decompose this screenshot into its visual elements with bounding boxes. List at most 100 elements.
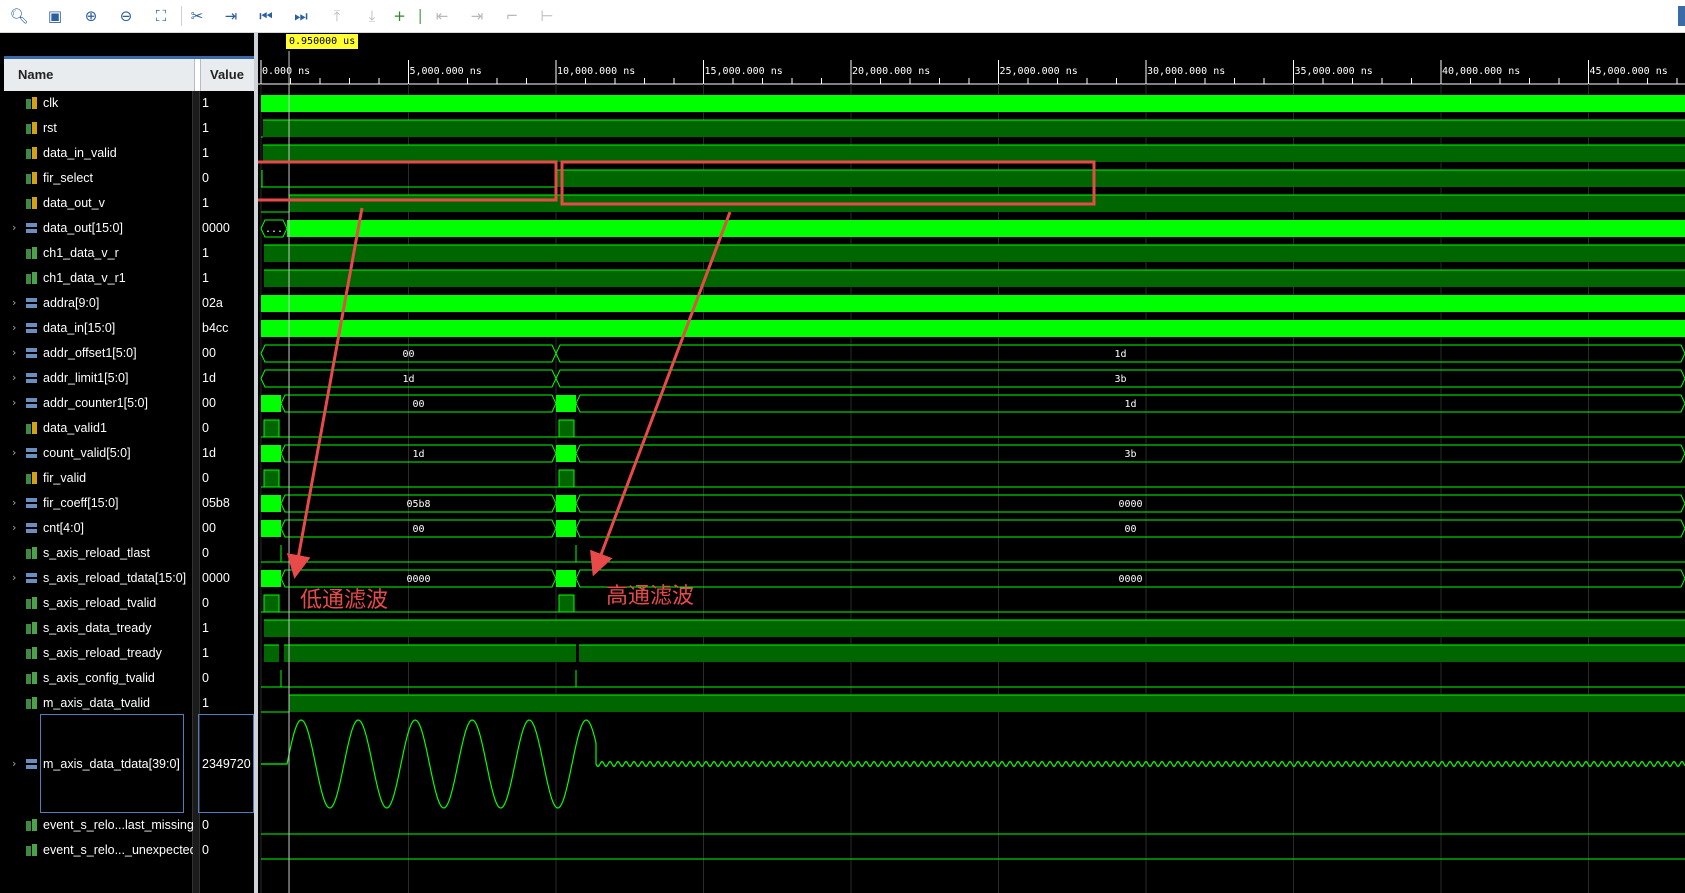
go-to-cursor-icon[interactable]: ⇥ xyxy=(220,5,242,27)
signal-name[interactable]: s_axis_reload_tvalid xyxy=(43,596,193,610)
signal-row[interactable]: › data_in[15:0] b4cc xyxy=(0,316,256,341)
signal-row[interactable]: s_axis_reload_tvalid 0 xyxy=(0,591,256,616)
signal-row[interactable]: › addr_offset1[5:0] 00 xyxy=(0,341,256,366)
signal-row[interactable]: s_axis_data_tready 1 xyxy=(0,616,256,641)
signal-name[interactable]: rst xyxy=(43,121,193,135)
expand-chevron-icon[interactable]: › xyxy=(12,446,22,459)
signal-value: 1 xyxy=(202,621,209,635)
next-transition-icon[interactable]: ⤓ xyxy=(361,5,383,27)
signal-name[interactable]: addr_limit1[5:0] xyxy=(43,371,193,385)
signal-row[interactable]: s_axis_reload_tready 1 xyxy=(0,641,256,666)
signal-name[interactable]: s_axis_reload_tready xyxy=(43,646,193,660)
signal-name[interactable]: clk xyxy=(43,96,193,110)
expand-chevron-icon[interactable]: › xyxy=(12,221,22,234)
m-axis-data-tvalid-fill xyxy=(289,695,1685,712)
signal-name[interactable]: fir_valid xyxy=(43,471,193,485)
signal-row[interactable]: › cnt[4:0] 00 xyxy=(0,516,256,541)
go-to-end-icon[interactable]: ⏭ xyxy=(290,5,312,27)
signal-value: 00 xyxy=(202,346,216,360)
signal-name[interactable]: m_axis_data_tvalid xyxy=(43,696,193,710)
signal-row[interactable]: data_in_valid 1 xyxy=(0,141,256,166)
signal-row[interactable]: ch1_data_v_r 1 xyxy=(0,241,256,266)
name-column-header[interactable]: Name xyxy=(18,67,53,82)
signal-name[interactable]: addr_offset1[5:0] xyxy=(43,346,193,360)
add-marker-icon[interactable]: +⎹ xyxy=(393,5,421,27)
signal-value: 00 xyxy=(202,521,216,535)
signal-name[interactable]: fir_coeff[15:0] xyxy=(43,496,193,510)
search-icon[interactable]: 🔍︎ xyxy=(8,5,30,27)
signal-row[interactable]: event_s_relo...last_missing 0 xyxy=(0,813,256,838)
waveform-view[interactable]: 0.000 ns 5,000.000 ns 10,000.000 ns 15,000.… xyxy=(258,33,1685,893)
waveform-canvas[interactable]: 0.000 ns 5,000.000 ns 10,000.000 ns 15,000.… xyxy=(258,33,1685,893)
expand-chevron-icon[interactable]: › xyxy=(12,521,22,534)
zoom-in-icon[interactable]: ⊕ xyxy=(80,5,102,27)
next-marker-icon[interactable]: ⇥ xyxy=(466,5,488,27)
signal-name[interactable]: data_out_v xyxy=(43,196,193,210)
signal-row[interactable]: rst 1 xyxy=(0,116,256,141)
signal-icon xyxy=(26,622,38,634)
signal-row[interactable]: fir_valid 0 xyxy=(0,466,256,491)
signal-row[interactable]: ch1_data_v_r1 1 xyxy=(0,266,256,291)
signal-row[interactable]: › count_valid[5:0] 1d xyxy=(0,441,256,466)
signal-row[interactable]: › addr_counter1[5:0] 00 xyxy=(0,391,256,416)
signal-row[interactable]: s_axis_config_tvalid 0 xyxy=(0,666,256,691)
signal-name[interactable]: s_axis_reload_tdata[15:0] xyxy=(43,571,193,585)
scroll-handle[interactable] xyxy=(1678,6,1685,26)
signal-name[interactable]: event_s_relo..._unexpected xyxy=(43,843,193,857)
expand-chevron-icon[interactable]: › xyxy=(12,757,22,770)
signal-name[interactable]: count_valid[5:0] xyxy=(43,446,193,460)
signal-name[interactable]: data_in_valid xyxy=(43,146,193,160)
clk-dense xyxy=(261,95,1685,112)
signal-icon xyxy=(26,247,38,259)
signal-name[interactable]: fir_select xyxy=(43,171,193,185)
expand-chevron-icon[interactable]: › xyxy=(12,396,22,409)
signal-row[interactable]: clk 1 xyxy=(0,91,256,116)
signal-name[interactable]: ch1_data_v_r1 xyxy=(43,271,193,285)
zoom-fit-icon[interactable]: ⛶ xyxy=(150,5,172,27)
signal-row[interactable]: s_axis_reload_tlast 0 xyxy=(0,541,256,566)
bus-10-value-label: 1d xyxy=(1114,349,1126,360)
zoom-out-icon[interactable]: ⊖ xyxy=(115,5,137,27)
expand-chevron-icon[interactable]: › xyxy=(12,346,22,359)
cursor-time-label[interactable]: 0.950000 us xyxy=(286,34,359,49)
signal-row[interactable]: › data_out[15:0] 0000 xyxy=(0,216,256,241)
expand-chevron-icon[interactable]: › xyxy=(12,371,22,384)
previous-marker-icon[interactable]: ⇤ xyxy=(431,5,453,27)
bus-17-dense xyxy=(261,520,281,537)
signal-name[interactable]: data_in[15:0] xyxy=(43,321,193,335)
signal-row[interactable]: event_s_relo..._unexpected 0 xyxy=(0,838,256,863)
signal-row[interactable]: m_axis_data_tvalid 1 xyxy=(0,691,256,716)
signal-row[interactable]: › addra[9:0] 02a xyxy=(0,291,256,316)
signal-icon xyxy=(26,272,38,284)
signal-name[interactable]: data_valid1 xyxy=(43,421,193,435)
snap-icon[interactable]: ⊢ xyxy=(536,5,558,27)
signal-row[interactable]: › fir_coeff[15:0] 05b8 xyxy=(0,491,256,516)
cursor-to-zero-icon[interactable]: ✂ xyxy=(186,5,208,27)
signal-name[interactable]: cnt[4:0] xyxy=(43,521,193,535)
ch1-data-v-r-fill xyxy=(264,245,1685,262)
signal-name[interactable]: addr_counter1[5:0] xyxy=(43,396,193,410)
signal-name[interactable]: ch1_data_v_r xyxy=(43,246,193,260)
signal-row[interactable]: › addr_limit1[5:0] 1d xyxy=(0,366,256,391)
signal-name[interactable]: addra[9:0] xyxy=(43,296,193,310)
expand-chevron-icon[interactable]: › xyxy=(12,321,22,334)
signal-value: 0 xyxy=(202,671,209,685)
signal-row[interactable]: › s_axis_reload_tdata[15:0] 0000 xyxy=(0,566,256,591)
go-to-start-icon[interactable]: ⏮ xyxy=(255,5,277,27)
signal-name[interactable]: s_axis_config_tvalid xyxy=(43,671,193,685)
signal-row[interactable]: data_out_v 1 xyxy=(0,191,256,216)
signal-name[interactable]: data_out[15:0] xyxy=(43,221,193,235)
expand-chevron-icon[interactable]: › xyxy=(12,496,22,509)
save-icon[interactable]: ▣ xyxy=(44,5,66,27)
value-column-header[interactable]: Value xyxy=(210,67,244,82)
signal-name[interactable]: s_axis_reload_tlast xyxy=(43,546,193,560)
signal-name[interactable]: event_s_relo...last_missing xyxy=(43,818,193,832)
expand-chevron-icon[interactable]: › xyxy=(12,571,22,584)
signal-name[interactable]: s_axis_data_tready xyxy=(43,621,193,635)
previous-transition-icon[interactable]: ⤒ xyxy=(326,5,348,27)
signal-row[interactable]: fir_select 0 xyxy=(0,166,256,191)
column-resizer[interactable] xyxy=(194,59,201,91)
signal-row[interactable]: data_valid1 0 xyxy=(0,416,256,441)
expand-chevron-icon[interactable]: › xyxy=(12,296,22,309)
swap-cursors-icon[interactable]: ⌐ xyxy=(501,5,523,27)
